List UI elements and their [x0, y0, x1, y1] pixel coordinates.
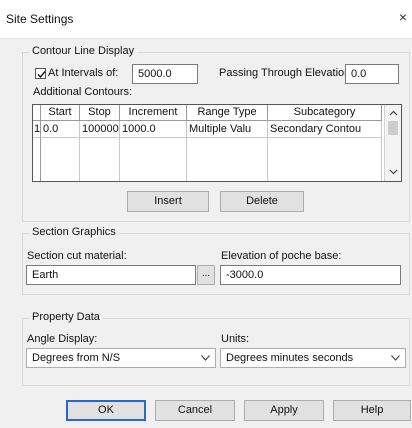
units-label: Units:	[221, 333, 250, 345]
grid-vertical-scrollbar[interactable]	[384, 105, 401, 181]
grid-corner	[33, 105, 41, 121]
column-header-range-type[interactable]: Range Type	[187, 105, 268, 121]
section-cut-material-label: Section cut material:	[27, 250, 127, 262]
section-group-title: Section Graphics	[29, 226, 119, 238]
column-header-start[interactable]: Start	[41, 105, 80, 121]
angle-display-value: Degrees from N/S	[32, 352, 121, 364]
chevron-down-icon	[201, 355, 210, 361]
angle-display-label: Angle Display:	[27, 333, 98, 345]
units-value: Degrees minutes seconds	[226, 352, 354, 364]
at-intervals-checkbox[interactable]	[35, 68, 46, 79]
interval-input[interactable]: 5000.0	[132, 64, 198, 84]
title-bar: Site Settings ×	[0, 0, 412, 39]
poche-base-label: Elevation of poche base:	[221, 250, 342, 262]
column-header-subcategory[interactable]: Subcategory	[268, 105, 382, 121]
poche-base-input[interactable]: -3000.0	[220, 265, 401, 285]
cell-stop[interactable]: 100000	[80, 121, 120, 138]
passing-through-label: Passing Through Elevation:	[219, 67, 354, 79]
checkmark-icon	[37, 71, 46, 79]
delete-button[interactable]: Delete	[220, 191, 304, 212]
cell-range-type[interactable]: Multiple Valu	[187, 121, 268, 138]
at-intervals-label: At Intervals of:	[48, 67, 119, 79]
column-header-increment[interactable]: Increment	[120, 105, 187, 121]
window-title: Site Settings	[6, 12, 74, 26]
scrollbar-thumb[interactable]	[388, 121, 398, 135]
empty-cell	[80, 138, 120, 181]
cell-subcategory[interactable]: Secondary Contou	[268, 121, 382, 138]
property-group-title: Property Data	[29, 311, 103, 323]
section-graphics-group: Section Graphics	[22, 226, 410, 295]
cell-start[interactable]: 0.0	[41, 121, 80, 138]
help-button[interactable]: Help	[333, 400, 411, 421]
site-settings-dialog: Site Settings × Contour Line Display At …	[0, 0, 412, 428]
section-cut-material-input[interactable]: Earth	[26, 265, 196, 285]
scroll-up-icon[interactable]	[389, 109, 398, 118]
close-icon[interactable]: ×	[396, 8, 410, 26]
browse-material-button[interactable]: ...	[197, 265, 215, 285]
units-select[interactable]: Degrees minutes seconds	[220, 348, 406, 368]
angle-display-select[interactable]: Degrees from N/S	[26, 348, 216, 368]
insert-button[interactable]: Insert	[127, 191, 209, 212]
chevron-down-icon	[391, 355, 400, 361]
ok-button[interactable]: OK	[66, 400, 146, 421]
cancel-button[interactable]: Cancel	[155, 400, 235, 421]
additional-contours-label: Additional Contours:	[33, 86, 133, 98]
cell-increment[interactable]: 1000.0	[120, 121, 187, 138]
empty-cell	[268, 138, 382, 181]
empty-cell	[120, 138, 187, 181]
contour-group-title: Contour Line Display	[29, 45, 138, 57]
scroll-down-icon[interactable]	[389, 167, 398, 176]
apply-button[interactable]: Apply	[244, 400, 324, 421]
row-number[interactable]: 1	[33, 121, 41, 138]
column-header-stop[interactable]: Stop	[80, 105, 120, 121]
additional-contours-grid[interactable]: Start Stop Increment Range Type Subcateg…	[32, 104, 402, 182]
empty-cell	[41, 138, 80, 181]
empty-cell	[187, 138, 268, 181]
row-header-empty	[33, 138, 41, 181]
passing-through-input[interactable]: 0.0	[345, 64, 399, 84]
